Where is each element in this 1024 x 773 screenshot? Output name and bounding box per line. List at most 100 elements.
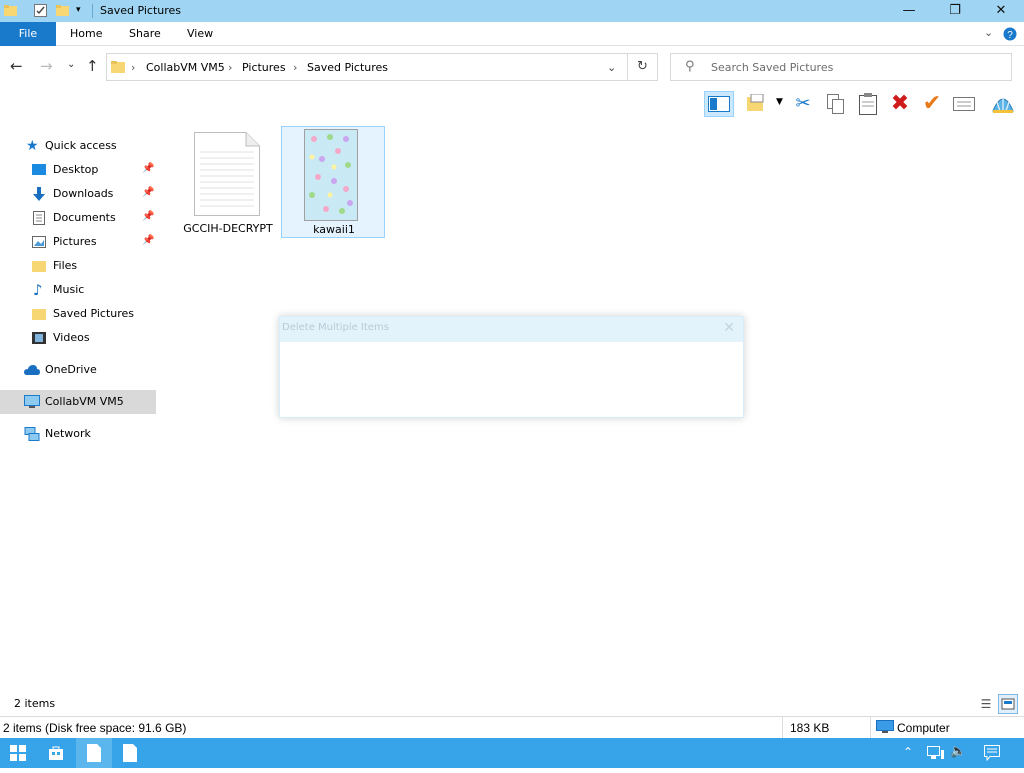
dropdown-chevron-icon[interactable]: ▼ <box>776 97 783 107</box>
properties-icon[interactable] <box>34 4 47 17</box>
tab-file[interactable]: File <box>0 22 56 46</box>
nav-label: Downloads <box>53 187 114 200</box>
star-icon: ★ <box>26 138 39 154</box>
nav-label: Saved Pictures <box>53 307 135 320</box>
nav-item-pictures[interactable]: Pictures 📌 <box>0 230 156 254</box>
new-item-button[interactable] <box>744 91 770 117</box>
minimize-button[interactable]: — <box>886 0 932 22</box>
nav-quick-access[interactable]: ★ Quick access <box>0 134 156 158</box>
taskbar-store[interactable] <box>38 738 74 768</box>
file-name: GCCIH-DECRYPT <box>183 222 273 235</box>
pin-icon[interactable]: 📌 <box>142 235 154 246</box>
preview-pane-button[interactable] <box>704 91 734 117</box>
file-item[interactable]: GCCIH-DECRYPT <box>176 126 280 238</box>
refresh-button[interactable]: ↻ <box>628 53 658 81</box>
checkmark-icon: ✔ <box>922 91 942 116</box>
new-item-icon <box>747 93 764 111</box>
text-document-icon <box>194 132 260 216</box>
paste-button[interactable] <box>855 91 881 117</box>
copy-button[interactable] <box>823 91 849 117</box>
pin-icon[interactable]: 📌 <box>142 163 154 174</box>
status-bar: 2 items ☰ <box>0 692 1024 716</box>
breadcrumb-item[interactable]: CollabVM VM5 <box>146 61 225 74</box>
pin-icon[interactable]: 📌 <box>142 211 154 222</box>
computer-icon <box>876 720 894 733</box>
nav-item-music[interactable]: ♪ Music <box>0 278 156 302</box>
nav-label: OneDrive <box>45 363 97 376</box>
address-bar[interactable]: › CollabVM VM5 › Pictures › Saved Pictur… <box>106 53 628 81</box>
network-status-icon[interactable] <box>927 746 945 760</box>
maximize-button[interactable]: ❐ <box>932 0 978 22</box>
customize-qa-chevron-icon[interactable]: ▾ <box>76 5 81 15</box>
pane-icon <box>708 96 730 112</box>
nav-item-files[interactable]: Files <box>0 254 156 278</box>
nav-item-saved-pictures[interactable]: Saved Pictures <box>0 302 156 326</box>
nav-item-desktop[interactable]: Desktop 📌 <box>0 158 156 182</box>
status-size: 183 KB <box>790 721 830 735</box>
forward-arrow-icon[interactable]: → <box>40 57 53 75</box>
nav-item-videos[interactable]: Videos <box>0 326 156 350</box>
dialog-title: Delete Multiple Items <box>282 322 389 333</box>
recent-chevron-icon[interactable]: ⌄ <box>67 59 75 70</box>
nav-label: Documents <box>53 211 116 224</box>
nav-label: Desktop <box>53 163 99 176</box>
properties-icon <box>953 97 975 111</box>
delete-button[interactable]: ✖ <box>887 91 913 117</box>
network-icon <box>24 427 40 441</box>
nav-onedrive[interactable]: OneDrive <box>0 358 156 382</box>
tab-home[interactable]: Home <box>56 22 116 46</box>
ribbon-tabs: File Home Share View ⌄ ? <box>0 22 1024 46</box>
store-bag-icon <box>49 746 63 760</box>
folder-icon <box>4 5 17 16</box>
nav-item-documents[interactable]: Documents 📌 <box>0 206 156 230</box>
show-hidden-icons-chevron-icon[interactable]: ⌃ <box>903 745 913 759</box>
breadcrumb-item[interactable]: Saved Pictures <box>307 61 388 74</box>
nav-label: Files <box>53 259 78 272</box>
download-arrow-icon <box>33 187 45 201</box>
computer-icon <box>24 395 40 408</box>
ribbon-expand-chevron-icon[interactable]: ⌄ <box>984 26 993 39</box>
copy-icon <box>827 94 844 114</box>
pin-icon[interactable]: 📌 <box>142 187 154 198</box>
up-arrow-icon[interactable]: ↑ <box>86 57 99 75</box>
nav-label: Quick access <box>45 139 117 152</box>
address-history-chevron-icon[interactable]: ⌄ <box>607 61 616 74</box>
start-button[interactable] <box>0 738 36 768</box>
close-button[interactable]: ✕ <box>978 0 1024 22</box>
nav-network[interactable]: Network <box>0 422 156 446</box>
close-icon[interactable]: ✕ <box>723 320 735 336</box>
pictures-icon <box>32 236 46 248</box>
film-icon <box>32 332 46 344</box>
taskbar: ⌃ 🔈 <box>0 738 1024 768</box>
cut-button[interactable]: ✂ <box>790 91 816 117</box>
x-icon: ✖ <box>890 91 910 116</box>
document-icon <box>123 744 137 762</box>
details-view-button[interactable]: ☰ <box>976 694 996 714</box>
status-detail: 2 items (Disk free space: 91.6 GB) <box>3 721 187 735</box>
nav-item-downloads[interactable]: Downloads 📌 <box>0 182 156 206</box>
search-placeholder: Search Saved Pictures <box>711 61 834 74</box>
shell-globe-button[interactable] <box>990 91 1016 117</box>
new-folder-icon[interactable] <box>56 4 69 17</box>
document-icon <box>33 211 45 225</box>
tab-share[interactable]: Share <box>115 22 175 46</box>
properties-button[interactable] <box>951 91 977 117</box>
taskbar-explorer-active[interactable] <box>76 738 112 768</box>
help-icon[interactable]: ? <box>1003 27 1017 41</box>
folder-icon <box>32 309 46 320</box>
tab-view[interactable]: View <box>173 22 227 46</box>
notification-icon[interactable] <box>984 745 1000 761</box>
file-item-selected[interactable]: kawaii1 <box>281 126 385 238</box>
rename-button[interactable]: ✔ <box>919 91 945 117</box>
taskbar-document[interactable] <box>112 738 148 768</box>
windows-logo-icon <box>10 745 26 761</box>
window-title: Saved Pictures <box>100 4 182 17</box>
volume-icon[interactable]: 🔈 <box>950 744 966 759</box>
scissors-icon: ✂ <box>795 93 811 114</box>
breadcrumb-item[interactable]: Pictures <box>242 61 286 74</box>
back-arrow-icon[interactable]: ← <box>10 57 23 75</box>
nav-this-pc[interactable]: CollabVM VM5 <box>0 390 156 414</box>
search-input[interactable]: ⚲ Search Saved Pictures <box>670 53 1012 81</box>
large-icons-view-button[interactable] <box>998 694 1018 714</box>
svg-text:?: ? <box>1007 30 1013 41</box>
